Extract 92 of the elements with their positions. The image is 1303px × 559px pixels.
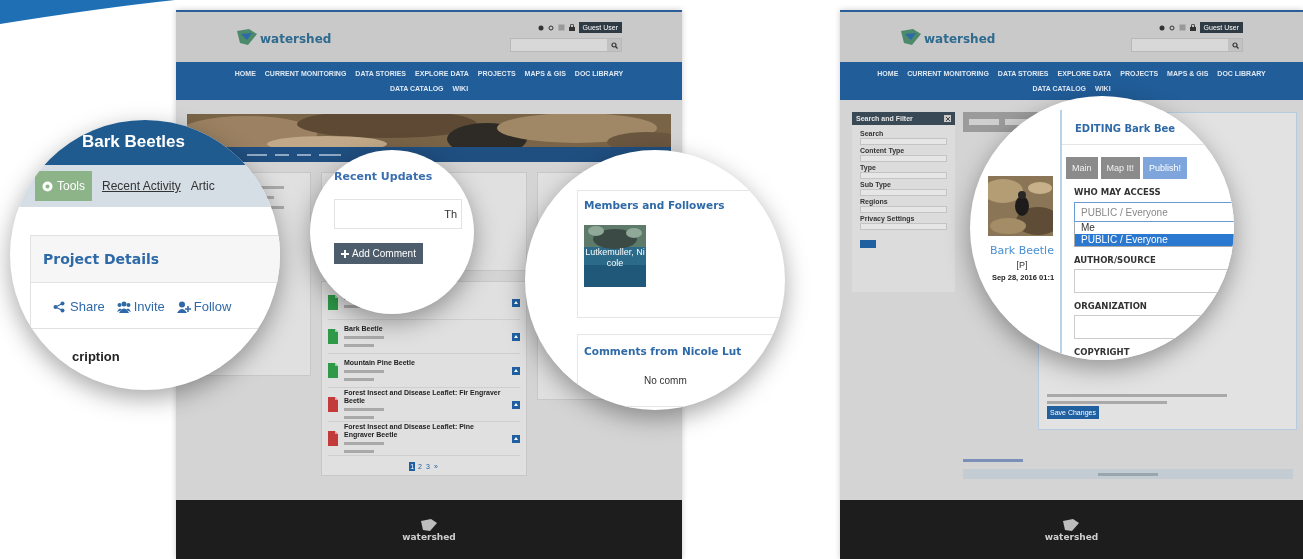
text-line	[247, 153, 267, 156]
empty-message: No comm	[644, 375, 687, 386]
field-label: COPYRIGHT	[1074, 347, 1131, 357]
text-line	[344, 369, 384, 373]
select-field[interactable]	[860, 223, 947, 230]
close-icon	[945, 116, 950, 121]
text-line	[344, 415, 374, 419]
follow-link[interactable]: Follow	[176, 299, 232, 314]
file-icon	[328, 431, 338, 446]
file-icon	[328, 329, 338, 344]
item-tag: [P]	[1016, 260, 1028, 270]
dropdown-list[interactable]: Me PUBLIC / Everyone	[1074, 222, 1234, 247]
close-button[interactable]	[944, 115, 951, 122]
people-icon	[116, 300, 131, 313]
gear-icon	[42, 180, 53, 192]
text-line	[344, 407, 384, 411]
dropdown-option[interactable]: PUBLIC / Everyone	[1075, 234, 1234, 246]
item-title[interactable]: Bark Beetle	[990, 244, 1054, 257]
text-line	[344, 335, 384, 339]
person-plus-icon	[176, 300, 191, 313]
search-button[interactable]	[1228, 39, 1242, 51]
dot-icon	[537, 24, 544, 31]
arrow-icon	[514, 334, 518, 339]
text-line	[1098, 472, 1158, 476]
member-name[interactable]: Lutkemuller, Nicole	[584, 247, 646, 269]
invite-link[interactable]: Invite	[116, 299, 165, 314]
square-icon	[1178, 24, 1186, 31]
dot-icon	[547, 24, 554, 31]
field-label: WHO MAY ACCESS	[1074, 187, 1162, 197]
text-line	[275, 153, 289, 156]
dialog-title: EDITING Bark Bee	[1075, 123, 1176, 134]
panel-title: Members and Followers	[584, 199, 725, 211]
dot-icon	[1158, 24, 1165, 31]
download-button[interactable]	[512, 298, 520, 307]
search-icon	[1231, 41, 1239, 49]
arrow-icon	[514, 300, 518, 305]
section-heading: cription	[72, 349, 120, 364]
dot-icon	[1168, 24, 1175, 31]
text-line	[297, 153, 311, 156]
square-icon	[557, 24, 565, 31]
select-field[interactable]	[860, 189, 947, 196]
plus-icon	[341, 249, 349, 258]
file-icon	[328, 295, 338, 310]
text-line	[344, 449, 374, 453]
select-field[interactable]	[860, 172, 947, 179]
update-text: Th	[444, 208, 457, 220]
download-button[interactable]	[512, 400, 520, 409]
download-button[interactable]	[512, 332, 520, 341]
search-button[interactable]	[607, 39, 621, 51]
tab-link[interactable]: Artic	[190, 179, 215, 193]
project-title: Bark Beetles	[82, 132, 186, 152]
lock-icon	[568, 24, 575, 31]
share-link[interactable]: Share	[53, 299, 105, 314]
text-line	[963, 459, 1023, 462]
file-icon	[328, 363, 338, 378]
logo-icon	[1062, 517, 1081, 532]
text-line	[344, 343, 374, 347]
search-field[interactable]	[510, 38, 622, 52]
select-field[interactable]	[860, 155, 947, 162]
tab[interactable]: Map It!	[1100, 157, 1141, 179]
select-field[interactable]: PUBLIC / Everyone	[1074, 202, 1234, 222]
text-line	[344, 377, 374, 381]
logo-text: watershed	[402, 531, 456, 542]
dropdown-option[interactable]: Me	[1075, 222, 1234, 234]
logo-text: watershed	[260, 32, 332, 46]
logo-icon	[236, 28, 258, 46]
file-icon	[328, 397, 338, 412]
arrow-icon	[514, 436, 518, 441]
logo-text: watershed	[1044, 531, 1099, 542]
tab-link[interactable]: Recent Activity	[102, 179, 181, 193]
field-label: AUTHOR/SOURCE	[1074, 255, 1157, 265]
panel-title: Comments from Nicole Lut	[584, 345, 742, 357]
search-icon	[610, 41, 618, 49]
tab[interactable]: Main	[1066, 157, 1098, 179]
logo-icon	[900, 28, 922, 46]
panel-title: Project Details	[43, 251, 160, 267]
logo-text: watershed	[924, 32, 996, 46]
search-field[interactable]	[1131, 38, 1243, 52]
logo-icon	[420, 517, 438, 532]
text-line	[344, 441, 384, 445]
select-field[interactable]	[860, 138, 947, 145]
arrow-icon	[514, 368, 518, 373]
panel-title: Recent Updates	[334, 170, 433, 183]
select-field[interactable]	[860, 206, 947, 213]
arrow-icon	[514, 402, 518, 407]
lock-icon	[1189, 24, 1196, 31]
add-comment-button[interactable]: Add Comment	[334, 243, 423, 264]
text-line	[319, 153, 341, 156]
share-icon	[53, 300, 67, 313]
field-label: ORGANIZATION	[1074, 301, 1148, 311]
download-button[interactable]	[512, 434, 520, 443]
download-button[interactable]	[512, 366, 520, 375]
